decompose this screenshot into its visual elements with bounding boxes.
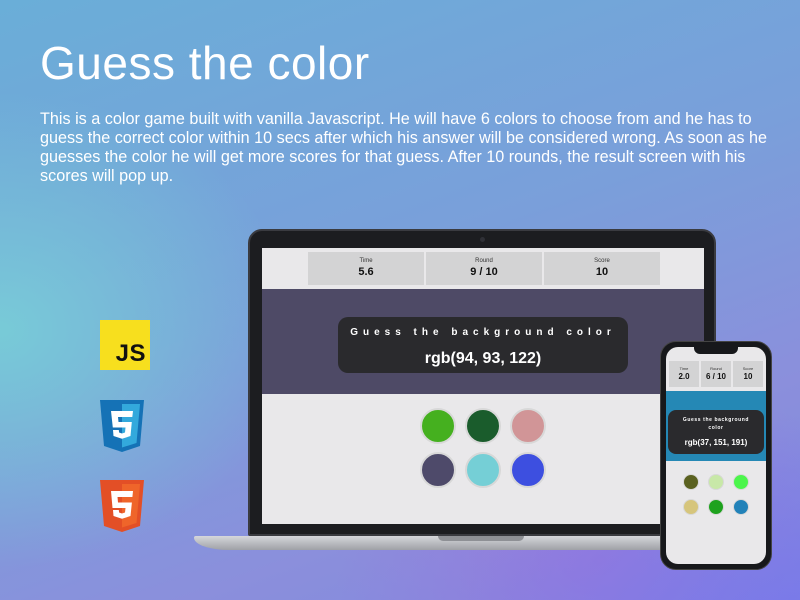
score-stat: Score 10 [544,252,660,285]
javascript-icon: JS [100,320,150,370]
color-option-3[interactable] [510,408,546,444]
phone-color-option-1[interactable] [683,474,699,490]
round-label: Round [475,258,493,264]
phone-time-value: 2.0 [678,372,690,381]
phone-color-option-5[interactable] [708,499,724,515]
time-value: 5.6 [358,266,374,278]
score-value: 10 [595,266,609,278]
color-options [262,394,704,524]
phone-color-option-6[interactable] [733,499,749,515]
phone-question-card: Guess the background color rgb(37, 151, … [668,410,764,454]
color-option-4[interactable] [420,452,456,488]
phone-score-value: 10 [743,372,753,381]
phone-score-label: Score [742,366,754,371]
color-option-6[interactable] [510,452,546,488]
round-value: 9 / 10 [470,266,498,278]
javascript-icon-label: JS [115,340,146,367]
phone-target-rgb-value: rgb(37, 151, 191) [684,438,748,447]
laptop-game-screen: Time 5.6 Round 9 / 10 Score 10 Guess the… [262,248,704,524]
laptop-notch [438,536,524,541]
page-title: Guess the color [40,37,370,89]
time-label: Time [359,258,373,264]
question-card: Guess the background color rgb(94, 93, 1… [338,317,628,373]
stats-bar: Time 5.6 Round 9 / 10 Score 10 [262,248,704,289]
phone-time-stat: Time 2.0 [669,361,699,387]
laptop-camera [480,237,485,242]
phone-color-option-3[interactable] [733,474,749,490]
color-option-1[interactable] [420,408,456,444]
phone-question-title: Guess the background color [682,417,750,431]
phone-target-color-band: Guess the background color rgb(37, 151, … [666,391,766,461]
time-stat: Time 5.6 [308,252,424,285]
phone-round-label: Round [710,366,722,371]
html5-icon [100,480,144,532]
phone-time-label: Time [679,366,689,371]
question-title: Guess the background color [350,327,616,338]
css3-icon [100,400,144,452]
phone-round-value: 6 / 10 [705,372,726,381]
target-rgb-value: rgb(94, 93, 122) [424,350,542,367]
phone-notch [694,347,738,354]
color-option-2[interactable] [465,408,501,444]
laptop-mockup: Time 5.6 Round 9 / 10 Score 10 Guess the… [248,229,716,536]
phone-color-option-4[interactable] [683,499,699,515]
target-color-band: Guess the background color rgb(94, 93, 1… [262,289,704,394]
phone-color-option-2[interactable] [708,474,724,490]
phone-round-stat: Round 6 / 10 [701,361,731,387]
phone-score-stat: Score 10 [733,361,763,387]
score-label: Score [594,258,610,264]
color-option-5[interactable] [465,452,501,488]
phone-mockup: Time 2.0 Round 6 / 10 Score 10 Guess the… [660,341,772,570]
project-description: This is a color game built with vanilla … [40,110,767,185]
phone-game-screen: Time 2.0 Round 6 / 10 Score 10 Guess the… [666,347,766,564]
round-stat: Round 9 / 10 [426,252,542,285]
